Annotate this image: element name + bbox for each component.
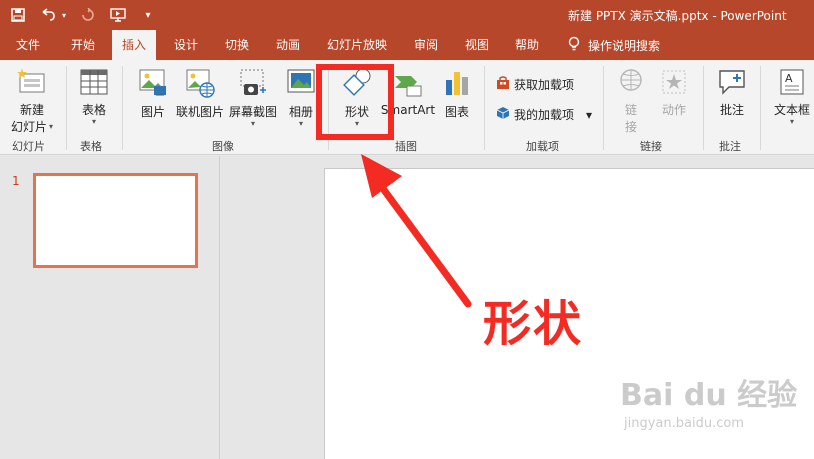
textbox-icon: A <box>770 68 814 99</box>
tab-review[interactable]: 审阅 <box>414 30 438 60</box>
get-addins-label: 获取加载项 <box>514 78 575 92</box>
chart-button[interactable]: 图表 <box>440 68 474 120</box>
comment-label: 批注 <box>719 103 744 117</box>
comment-icon <box>714 68 750 99</box>
chart-label: 图表 <box>444 105 469 119</box>
link-button[interactable]: 链 接 <box>614 68 648 135</box>
undo-dropdown-icon[interactable]: ▾ <box>60 5 68 25</box>
table-button[interactable]: 表格 ▾ <box>76 68 112 126</box>
tab-insert[interactable]: 插入 <box>112 30 157 60</box>
undo-icon[interactable] <box>38 5 58 25</box>
group-separator <box>703 66 704 150</box>
redo-icon[interactable] <box>78 5 98 25</box>
annotation-callout: 形状 <box>483 296 584 352</box>
photo-album-label: 相册 <box>288 105 313 119</box>
link-label-line2: 接 <box>624 120 637 134</box>
online-picture-button[interactable]: 联机图片 <box>174 68 226 120</box>
group-label-slides: 幻灯片 <box>12 140 45 153</box>
photo-album-button[interactable]: 相册 ▾ <box>284 68 318 128</box>
group-separator <box>484 66 485 150</box>
group-label-addins: 加载项 <box>526 140 559 153</box>
star-action-icon <box>656 68 692 99</box>
tab-help[interactable]: 帮助 <box>515 30 539 60</box>
online-picture-icon <box>174 68 226 101</box>
ribbon-tabs: 文件 开始 插入 设计 切换 动画 幻灯片放映 审阅 视图 帮助 操作说明搜索 <box>0 30 814 60</box>
tab-transitions[interactable]: 切换 <box>225 30 249 60</box>
store-icon <box>496 76 510 93</box>
textbox-label: 文本框 <box>773 103 810 117</box>
group-separator <box>760 66 761 150</box>
chevron-down-icon: ▾ <box>789 117 794 126</box>
group-label-images: 图像 <box>212 140 234 153</box>
group-label-links: 链接 <box>640 140 662 153</box>
save-icon[interactable] <box>8 5 28 25</box>
addin-cube-icon <box>496 106 510 123</box>
chart-icon <box>440 68 474 101</box>
watermark-url: jingyan.baidu.com <box>624 416 744 431</box>
tab-file[interactable]: 文件 <box>16 30 40 60</box>
slide-number: 1 <box>12 174 20 188</box>
new-slide-label-line1: 新建 <box>19 103 44 117</box>
ribbon-panel: 新建 幻灯片 ▾ 幻灯片 表格 ▾ 表格 图片 联机图片 屏幕截图 ▾ 相册 ▾… <box>0 60 814 155</box>
table-icon <box>76 68 112 99</box>
tab-design[interactable]: 设计 <box>174 30 198 60</box>
get-addins-button[interactable]: 获取加载项 <box>496 76 574 93</box>
slide-thumbnail[interactable] <box>33 173 198 268</box>
chevron-down-icon: ▾ <box>298 119 303 128</box>
link-label-line1: 链 <box>624 103 637 117</box>
textbox-button[interactable]: A 文本框 ▾ <box>770 68 814 126</box>
chevron-down-icon: ▾ <box>586 107 593 122</box>
tab-view[interactable]: 视图 <box>465 30 489 60</box>
my-addins-label: 我的加载项 <box>514 108 575 122</box>
picture-button[interactable]: 图片 <box>136 68 170 120</box>
chevron-down-icon: ▾ <box>49 121 54 131</box>
shapes-highlight-box <box>316 64 394 140</box>
watermark-logo: Bai du 经验 <box>620 378 798 413</box>
quick-access-toolbar: ▾ ▾ <box>8 5 158 25</box>
group-separator <box>603 66 604 150</box>
picture-icon <box>136 68 170 101</box>
globe-link-icon <box>614 68 648 99</box>
picture-label: 图片 <box>140 105 165 119</box>
slides-thumbnail-pane: 1 <box>0 156 220 459</box>
tell-me-label: 操作说明搜索 <box>588 39 661 53</box>
group-separator <box>66 66 67 150</box>
baidu-watermark: Bai du 经验 jingyan.baidu.com <box>620 370 797 431</box>
group-separator <box>122 66 123 150</box>
table-label: 表格 <box>81 103 106 117</box>
lightbulb-icon <box>568 36 580 55</box>
my-addins-button[interactable]: 我的加载项 ▾ <box>496 106 592 123</box>
screenshot-label: 屏幕截图 <box>228 105 277 119</box>
action-button[interactable]: 动作 <box>656 68 692 118</box>
group-label-comments: 批注 <box>719 140 741 153</box>
tell-me-search[interactable]: 操作说明搜索 <box>568 36 660 55</box>
screenshot-icon <box>228 68 278 101</box>
online-picture-label: 联机图片 <box>175 105 224 119</box>
chevron-down-icon: ▾ <box>250 119 255 128</box>
tab-slideshow[interactable]: 幻灯片放映 <box>327 30 387 60</box>
tab-home[interactable]: 开始 <box>71 30 95 60</box>
present-from-start-icon[interactable] <box>108 5 128 25</box>
screenshot-button[interactable]: 屏幕截图 ▾ <box>228 68 278 128</box>
tab-animations[interactable]: 动画 <box>276 30 300 60</box>
new-slide-icon <box>8 68 56 99</box>
new-slide-button[interactable]: 新建 幻灯片 ▾ <box>8 68 56 135</box>
group-label-tables: 表格 <box>80 140 102 153</box>
window-title: 新建 PPTX 演示文稿.pptx - PowerPoint <box>568 9 787 23</box>
chevron-down-icon: ▾ <box>91 117 96 126</box>
photo-album-icon <box>284 68 318 101</box>
svg-text:A: A <box>785 72 793 85</box>
comment-button[interactable]: 批注 <box>714 68 750 118</box>
customize-qat-icon[interactable]: ▾ <box>138 5 158 25</box>
new-slide-label-line2: 幻灯片 <box>10 120 47 134</box>
action-label: 动作 <box>661 103 686 117</box>
group-label-illustrations: 插图 <box>395 140 417 153</box>
title-bar: ▾ ▾ 新建 PPTX 演示文稿.pptx - PowerPoint <box>0 0 814 30</box>
